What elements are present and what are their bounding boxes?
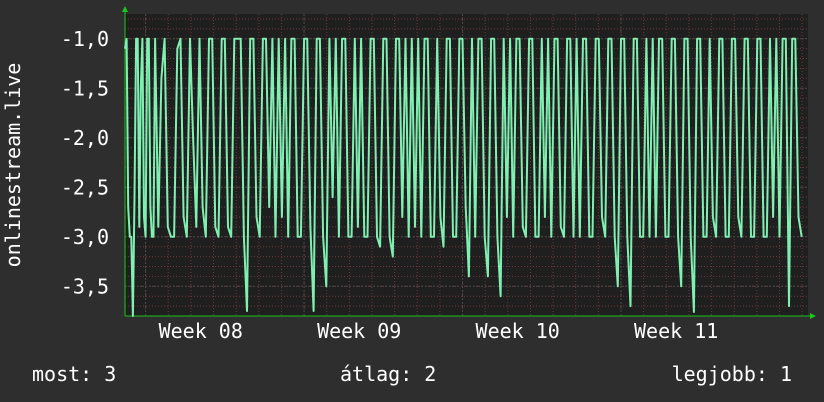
y-tick-label: -3,0 <box>61 225 109 249</box>
legend-current: most: 3 <box>32 362 117 386</box>
y-tick-label: -2,5 <box>61 175 109 199</box>
legend: most: 3 átlag: 2 legjobb: 1 <box>0 362 824 390</box>
legend-best: legjobb: 1 <box>671 362 792 386</box>
x-tick-label: Week 08 <box>159 319 243 343</box>
x-axis-ticks: Week 08 Week 09 Week 10 Week 11 <box>159 319 719 343</box>
y-tick-label: -3,5 <box>61 274 109 298</box>
y-tick-label: -2,0 <box>61 126 109 150</box>
x-tick-label: Week 11 <box>634 319 718 343</box>
y-tick-label: -1,0 <box>61 27 109 51</box>
y-axis-arrow <box>122 6 128 12</box>
x-tick-label: Week 09 <box>317 319 401 343</box>
y-axis-label: onlinestream.live <box>1 63 25 268</box>
y-axis-ticks: -1,0 -1,5 -2,0 -2,5 -3,0 -3,5 <box>61 27 109 299</box>
x-tick-label: Week 10 <box>476 319 560 343</box>
x-axis-arrow <box>810 313 816 319</box>
legend-average: átlag: 2 <box>340 362 437 386</box>
y-tick-label: -1,5 <box>61 76 109 100</box>
chart: -1,0-1,5-2,0-2,5-3,0-3,5 Week 08 Week 09 W… <box>1 6 816 343</box>
